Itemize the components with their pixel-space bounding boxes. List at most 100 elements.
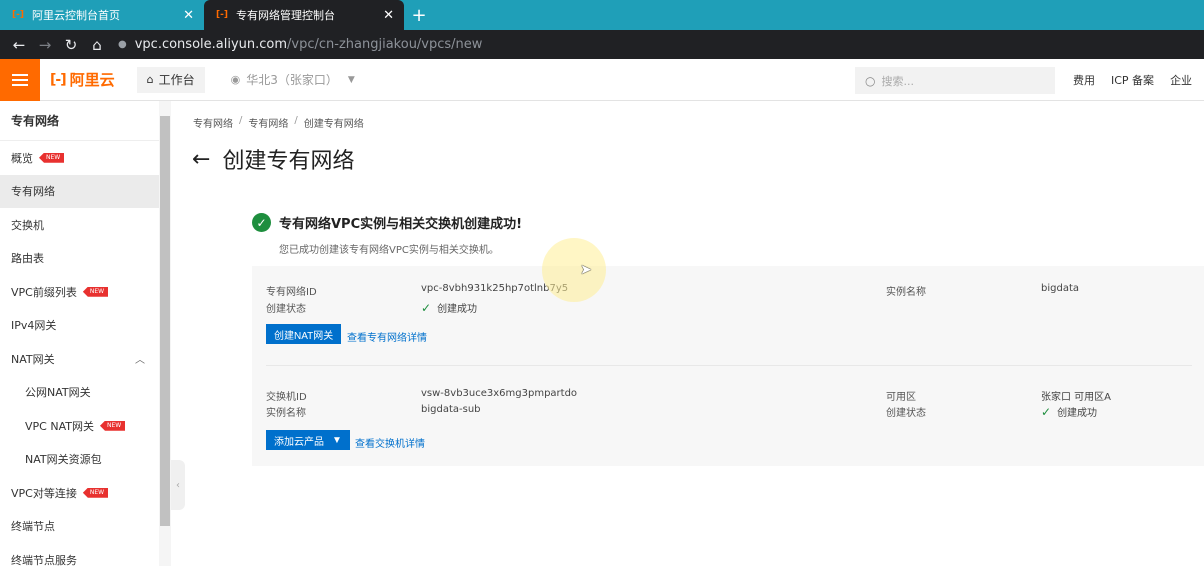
add-cloud-product-button[interactable]: 添加云产品 ▼ [266,430,350,450]
vswitch-id-label: 交换机ID [266,392,307,403]
sidebar-item-vswitch[interactable]: 交换机 [0,208,159,242]
sidebar-item-label: 终端节点 [11,520,55,534]
view-vswitch-details-link[interactable]: 查看交换机详情 [355,435,425,450]
sidebar-collapse-handle[interactable]: ‹ [171,460,185,510]
top-link-billing[interactable]: 费用 [1073,72,1095,88]
reload-icon[interactable]: ↻ [58,32,84,58]
chevron-down-icon: ▼ [332,434,342,446]
hamburger-menu-button[interactable] [0,58,40,101]
browser-tab-console-home[interactable]: [-] 阿里云控制台首页 ✕ [0,0,204,30]
sidebar-item-label: 终端节点服务 [11,553,77,566]
check-icon: ✓ [421,300,432,315]
success-subtitle: 您已成功创建该专有网络VPC实例与相关交换机。 [279,245,499,256]
url-path: /vpc/cn-zhangjiakou/vpcs/new [287,37,483,52]
close-tab-icon[interactable]: ✕ [383,8,394,23]
vpc-status: ✓ 创建成功 [421,300,477,316]
new-badge: NEW [82,487,109,498]
vswitch-id-value: vsw-8vb3uce3x6mg3pmpartdo [421,388,578,399]
result-panel: 专有网络ID vpc-8vbh931k25hp7otlnb7y5 创建状态 ✓ … [252,266,1204,466]
chevron-up-icon: ︿ [135,355,145,367]
sidebar-item-label: 公网NAT网关 [25,386,91,400]
top-links: 费用 ICP 备案 企业 [1073,59,1192,101]
sidebar-item-endpoint[interactable]: 终端节点 [0,510,159,544]
breadcrumb-item[interactable]: 专有网络 [248,115,288,130]
sidebar-item-label: 概览 [11,151,33,165]
tab-label: 阿里云控制台首页 [32,9,120,22]
add-cloud-product-label: 添加云产品 [274,436,324,448]
sidebar-item-nat-package[interactable]: NAT网关资源包 [0,443,159,477]
vswitch-name-label: 实例名称 [266,408,306,419]
sidebar-item-ipv4-gateway[interactable]: IPv4网关 [0,309,159,343]
create-nat-gateway-button[interactable]: 创建NAT网关 [266,324,342,344]
hamburger-icon [12,73,28,86]
address-bar: ← → ↻ ⌂ ● vpc.console.aliyun.com /vpc/cn… [0,30,1204,59]
sidebar-item-label: VPC前缀列表 [11,285,77,299]
breadcrumb-current: 创建专有网络 [303,119,364,130]
logo-text: 阿里云 [69,71,115,89]
back-icon[interactable]: ← [6,32,32,58]
search-icon: ○ [865,73,876,88]
sidebar-item-vpc-nat[interactable]: VPC NAT网关 NEW [0,409,159,443]
divider [266,365,1192,366]
workbench-button[interactable]: ⌂ 工作台 [136,66,205,93]
view-vpc-details-link[interactable]: 查看专有网络详情 [347,329,427,344]
success-title: 专有网络VPC实例与相关交换机创建成功! [279,217,523,232]
vswitch-status: ✓ 创建成功 [1041,404,1097,420]
home-icon[interactable]: ⌂ [84,32,110,58]
success-check-icon: ✓ [252,213,271,232]
sidebar-item-label: VPC NAT网关 [25,419,94,433]
new-badge: NEW [82,286,109,297]
sidebar-item-endpoint-service[interactable]: 终端节点服务 [0,543,159,566]
breadcrumb: 专有网络 / 专有网络 / 创建专有网络 [193,115,364,130]
top-link-enterprise[interactable]: 企业 [1170,72,1192,88]
region-selector[interactable]: ◉ 华北3（张家口） ▼ [231,71,355,88]
breadcrumb-separator: / [239,115,243,126]
vswitch-status-label: 创建状态 [886,408,926,419]
sidebar-item-label: 路由表 [11,252,44,266]
vswitch-zone-label: 可用区 [886,392,916,403]
search-input[interactable]: ○ 搜索... [855,67,1055,94]
sidebar-item-overview[interactable]: 概览 NEW [0,141,159,175]
aliyun-favicon-icon: [-] [12,10,24,20]
page-header: ← 创建专有网络 [192,143,354,175]
success-message: ✓ 专有网络VPC实例与相关交换机创建成功! [252,213,522,232]
workbench-label: 工作台 [158,73,195,87]
aliyun-favicon-icon: [-] [216,10,228,20]
vswitch-name-value: bigdata-sub [421,404,481,415]
mouse-pointer-icon: ➤ [580,262,592,278]
url-field[interactable]: ● vpc.console.aliyun.com /vpc/cn-zhangji… [118,37,482,52]
new-badge: NEW [99,420,126,431]
vpc-name-label: 实例名称 [886,287,926,298]
location-pin-icon: ◉ [230,73,241,86]
page-title: 创建专有网络 [222,149,355,174]
sidebar-item-label: VPC对等连接 [11,486,77,500]
tab-label: 专有网络管理控制台 [236,9,335,22]
check-icon: ✓ [1041,404,1052,419]
sidebar-item-label: NAT网关资源包 [25,453,102,467]
new-tab-button[interactable]: + [404,0,434,30]
sidebar-item-vpc[interactable]: 专有网络 [0,174,159,208]
region-label: 华北3（张家口） [246,73,338,87]
aliyun-logo[interactable]: [-] 阿里云 [50,69,115,90]
sidebar-item-public-nat[interactable]: 公网NAT网关 [0,376,159,410]
lock-icon: ● [118,39,127,50]
sidebar-title: 专有网络 [0,101,159,141]
sidebar-scrollbar-thumb[interactable] [160,116,170,526]
top-link-icp[interactable]: ICP 备案 [1111,72,1154,88]
sidebar-item-label: 交换机 [11,218,44,232]
close-tab-icon[interactable]: ✕ [183,8,194,23]
back-arrow-icon[interactable]: ← [192,147,210,172]
forward-icon[interactable]: → [32,32,58,58]
sidebar-item-nat-gateway[interactable]: NAT网关 ︿ [0,342,159,376]
sidebar-item-vpc-peering[interactable]: VPC对等连接 NEW [0,476,159,510]
url-host: vpc.console.aliyun.com [134,37,288,52]
aliyun-logo-icon: [-] [50,71,67,88]
sidebar-item-label: NAT网关 [11,352,55,366]
search-placeholder: 搜索... [881,74,914,88]
sidebar-item-prefix-list[interactable]: VPC前缀列表 NEW [0,275,159,309]
vpc-name-value: bigdata [1041,283,1079,294]
sidebar-item-route-table[interactable]: 路由表 [0,242,159,276]
breadcrumb-item[interactable]: 专有网络 [193,115,233,130]
browser-tab-vpc-console[interactable]: [-] 专有网络管理控制台 ✕ [204,0,404,30]
browser-tab-bar: [-] 阿里云控制台首页 ✕ [-] 专有网络管理控制台 ✕ + [0,0,1204,30]
